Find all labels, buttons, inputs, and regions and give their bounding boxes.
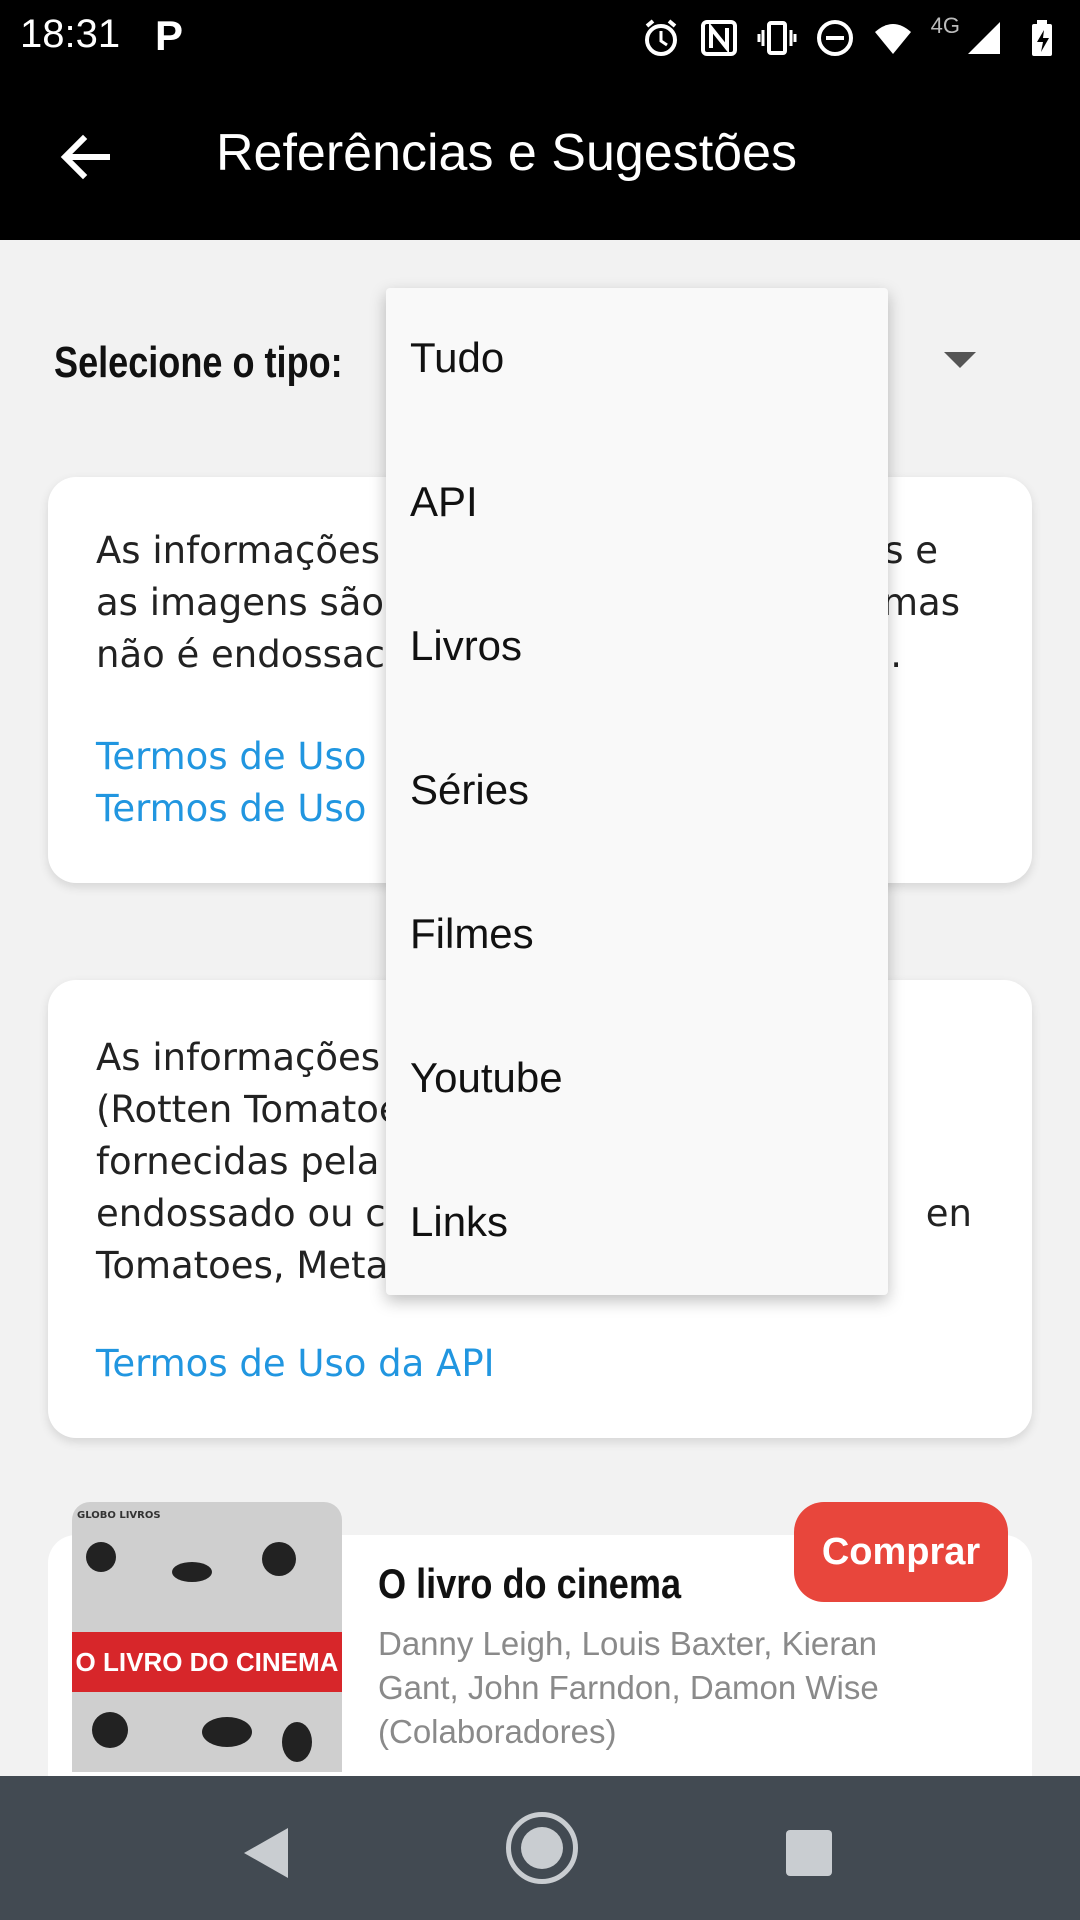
app-bar: Referências e Sugestões — [0, 75, 1080, 240]
menu-item-series[interactable]: Séries — [410, 766, 529, 814]
wifi-icon — [874, 23, 911, 54]
buy-button[interactable]: Comprar — [794, 1502, 1008, 1602]
card-1-right-3: . — [890, 633, 902, 676]
nav-recents-icon[interactable] — [786, 1830, 832, 1876]
nav-home-icon[interactable] — [506, 1812, 578, 1884]
signal-icon — [968, 21, 1000, 54]
battery-charging-icon — [1032, 19, 1052, 56]
nav-back-icon[interactable] — [244, 1828, 288, 1878]
menu-item-filmes[interactable]: Filmes — [410, 910, 534, 958]
do-not-disturb-icon — [816, 19, 853, 56]
cover-title-band: O LIVRO DO CINEMA — [72, 1632, 342, 1692]
cover-doodle — [86, 1542, 116, 1572]
menu-item-livros[interactable]: Livros — [410, 622, 522, 670]
menu-item-links[interactable]: Links — [410, 1198, 508, 1246]
terms-link-1[interactable]: Termos de Uso — [96, 735, 366, 778]
network-type-label: 4G — [930, 12, 960, 38]
cover-publisher: GLOBO LIVROS — [77, 1510, 161, 1521]
menu-item-api[interactable]: API — [410, 478, 478, 526]
book-cover-image: GLOBO LIVROS O LIVRO DO CINEMA — [72, 1502, 342, 1772]
back-arrow-icon[interactable] — [55, 127, 115, 187]
api-terms-link[interactable]: Termos de Uso da API — [96, 1342, 495, 1385]
parking-app-icon: P — [155, 12, 184, 59]
book-title: O livro do cinema — [378, 1560, 682, 1607]
vibrate-icon — [757, 20, 797, 55]
menu-item-tudo[interactable]: Tudo — [410, 334, 504, 382]
system-nav-bar — [0, 1776, 1080, 1920]
status-time: 18:31 — [20, 12, 121, 56]
nfc-icon — [700, 19, 737, 56]
dropdown-caret-icon[interactable] — [944, 352, 976, 368]
alarm-icon — [644, 18, 677, 56]
type-select-label: Selecione o tipo: — [54, 338, 343, 387]
menu-item-youtube[interactable]: Youtube — [410, 1054, 563, 1102]
page-title: Referências e Sugestões — [216, 124, 798, 182]
cover-doodle — [282, 1722, 312, 1762]
status-icons: 4G — [641, 10, 1062, 65]
cover-title: O LIVRO DO CINEMA — [75, 1647, 339, 1677]
status-bar: 18:31 P 4G — [0, 0, 1080, 75]
book-authors: Danny Leigh, Louis Baxter, Kieran Gant, … — [378, 1625, 879, 1750]
cover-doodle — [262, 1542, 296, 1576]
cover-doodle — [172, 1562, 212, 1582]
cover-doodle — [92, 1712, 128, 1748]
type-dropdown-menu: Tudo API Livros Séries Filmes Youtube Li… — [386, 288, 888, 1295]
cover-doodle — [202, 1717, 252, 1747]
terms-link-2[interactable]: Termos de Uso — [96, 787, 366, 830]
card-1-right-1: s e — [884, 529, 938, 572]
card-1-right-2: mas — [882, 581, 960, 624]
card-2-right-1: en — [925, 1192, 972, 1235]
